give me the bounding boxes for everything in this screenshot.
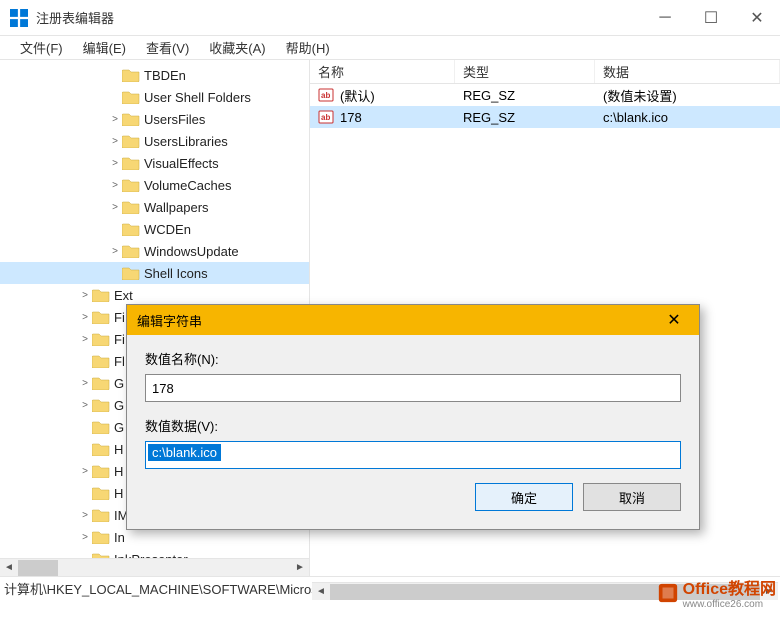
edit-string-dialog: 编辑字符串 ✕ 数值名称(N): 数值数据(V): c:\blank.ico 确… [126,304,700,530]
tree-label: H [114,442,123,457]
tree-label: UsersLibraries [144,134,228,149]
tree-label: UsersFiles [144,112,205,127]
tree-item[interactable]: Shell Icons [0,262,309,284]
chevron-icon[interactable]: > [108,202,122,213]
value-data-selected-text: c:\blank.ico [148,444,221,461]
menu-edit[interactable]: 编辑(E) [73,38,136,57]
list-row[interactable]: ab(默认)REG_SZ(数值未设置) [310,84,780,106]
tree-label: VisualEffects [144,156,219,171]
cell-name: ab(默认) [310,86,455,105]
menu-help[interactable]: 帮助(H) [276,38,340,57]
value-data-input[interactable]: c:\blank.ico [145,441,681,469]
scroll-right-icon[interactable]: ► [291,559,309,577]
tree-label: TBDEn [144,68,186,83]
tree-label: Wallpapers [144,200,209,215]
svg-text:ab: ab [321,113,330,122]
tree-item[interactable]: > Wallpapers [0,196,309,218]
tree-item[interactable]: > VolumeCaches [0,174,309,196]
value-data-label: 数值数据(V): [145,416,681,435]
chevron-icon[interactable]: > [78,312,92,323]
tree-item[interactable]: > Ext [0,284,309,306]
tree-label: User Shell Folders [144,90,251,105]
tree-label: H [114,464,123,479]
tree-label: WCDEn [144,222,191,237]
tree-label: Shell Icons [144,266,208,281]
menubar: 文件(F) 编辑(E) 查看(V) 收藏夹(A) 帮助(H) [0,36,780,60]
office-icon [657,582,679,604]
col-header-name[interactable]: 名称 [310,60,455,83]
ok-button[interactable]: 确定 [475,483,573,511]
tree-label: In [114,530,125,545]
value-name-label: 数值名称(N): [145,349,681,368]
office-sub: www.office26.com [683,599,776,610]
chevron-icon[interactable]: > [108,180,122,191]
regedit-icon [10,9,28,27]
tree-label: VolumeCaches [144,178,231,193]
list-body: ab(默认)REG_SZ(数值未设置)ab178REG_SZc:\blank.i… [310,84,780,128]
tree-label: H [114,486,123,501]
dialog-titlebar[interactable]: 编辑字符串 ✕ [127,305,699,335]
dialog-buttons: 确定 取消 [145,483,681,511]
tree-item[interactable]: User Shell Folders [0,86,309,108]
minimize-button[interactable]: ─ [642,0,688,36]
tree-item[interactable]: > UsersFiles [0,108,309,130]
chevron-icon[interactable]: > [108,246,122,257]
scroll-thumb[interactable] [18,560,58,576]
tree-scrollbar-h[interactable]: ◄ ► [0,558,309,576]
dialog-title: 编辑字符串 [137,311,659,330]
chevron-icon[interactable]: > [78,510,92,521]
chevron-icon[interactable]: > [108,136,122,147]
list-row[interactable]: ab178REG_SZc:\blank.ico [310,106,780,128]
scroll-left-icon[interactable]: ◄ [0,559,18,577]
tree-label: WindowsUpdate [144,244,239,259]
tree-item[interactable]: TBDEn [0,64,309,86]
cell-name: ab178 [310,109,455,125]
tree-label: G [114,376,124,391]
menu-view[interactable]: 查看(V) [136,38,199,57]
scroll-track[interactable] [18,559,291,577]
chevron-icon[interactable]: > [108,114,122,125]
chevron-icon[interactable]: > [78,378,92,389]
titlebar: 注册表编辑器 ─ ☐ ✕ [0,0,780,36]
tree-label: G [114,398,124,413]
col-header-type[interactable]: 类型 [455,60,595,83]
cancel-button[interactable]: 取消 [583,483,681,511]
menu-favorites[interactable]: 收藏夹(A) [199,38,275,57]
dialog-body: 数值名称(N): 数值数据(V): c:\blank.ico 确定 取消 [127,335,699,529]
chevron-icon[interactable]: > [78,532,92,543]
svg-text:ab: ab [321,91,330,100]
cell-data: (数值未设置) [595,86,780,105]
list-header: 名称 类型 数据 [310,60,780,84]
chevron-icon[interactable]: > [78,466,92,477]
tree-item[interactable]: > UsersLibraries [0,130,309,152]
tree-item[interactable]: > WindowsUpdate [0,240,309,262]
window-title: 注册表编辑器 [36,8,642,27]
cell-type: REG_SZ [455,88,595,103]
tree-item[interactable]: > VisualEffects [0,152,309,174]
cell-type: REG_SZ [455,110,595,125]
menu-file[interactable]: 文件(F) [10,38,73,57]
tree-label: Fi [114,332,125,347]
office-badge: Office教程网 www.office26.com [657,575,776,610]
chevron-icon[interactable]: > [78,334,92,345]
chevron-icon[interactable]: > [78,400,92,411]
office-title: Office教程网 [683,581,776,598]
window-controls: ─ ☐ ✕ [642,0,780,36]
col-header-data[interactable]: 数据 [595,60,780,83]
tree-label: Ext [114,288,133,303]
tree-label: G [114,420,124,435]
value-name-input[interactable] [145,374,681,402]
cell-data: c:\blank.ico [595,110,780,125]
scroll-left-icon[interactable]: ◄ [312,583,330,601]
maximize-button[interactable]: ☐ [688,0,734,36]
tree-label: Fi [114,310,125,325]
chevron-icon[interactable]: > [78,290,92,301]
chevron-icon[interactable]: > [108,158,122,169]
tree-label: Fl [114,354,125,369]
tree-item[interactable]: WCDEn [0,218,309,240]
dialog-close-button[interactable]: ✕ [659,310,689,330]
close-button[interactable]: ✕ [734,0,780,36]
